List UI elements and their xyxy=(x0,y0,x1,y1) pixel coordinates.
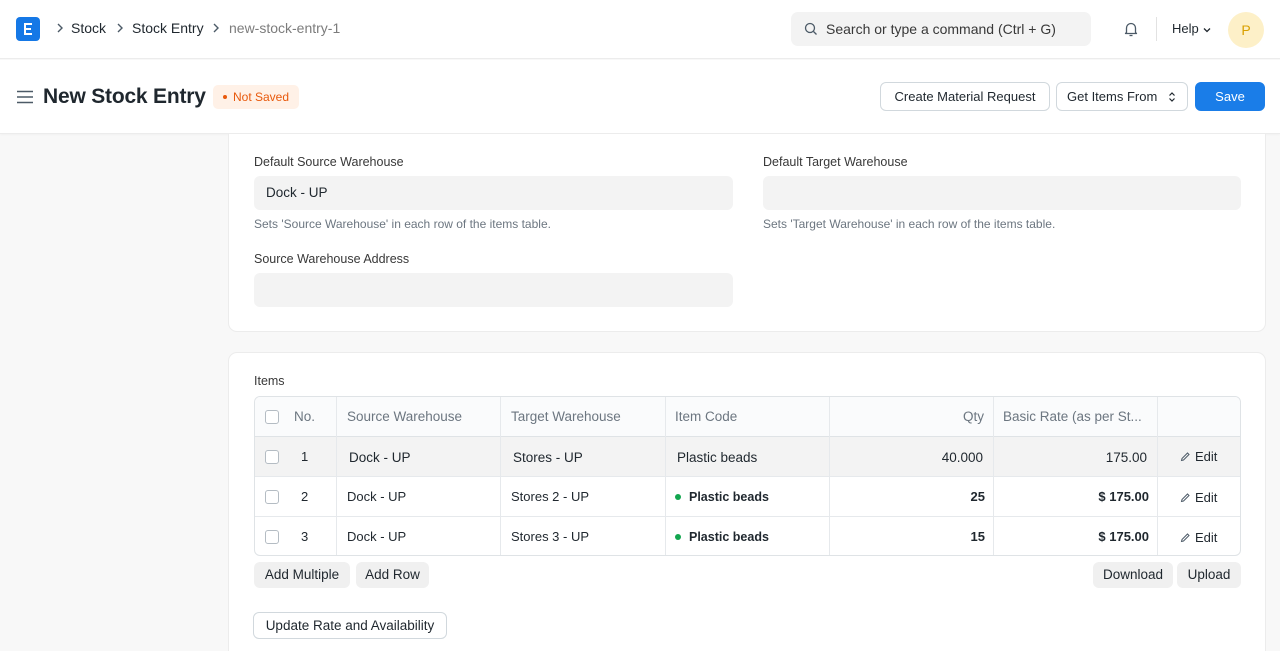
select-arrows-icon xyxy=(1169,92,1175,102)
row-qty[interactable]: 25 xyxy=(971,489,985,504)
select-all-checkbox[interactable] xyxy=(265,410,279,424)
sidebar-toggle-icon[interactable] xyxy=(17,90,33,104)
row-basic-rate[interactable]: $ 175.00 xyxy=(1098,529,1149,544)
row-edit-button[interactable]: Edit xyxy=(1180,530,1217,545)
row-source-warehouse[interactable]: Dock - UP xyxy=(347,489,406,504)
navbar-divider xyxy=(1156,17,1157,41)
column-divider xyxy=(993,397,994,555)
row-basic-rate[interactable]: $ 175.00 xyxy=(1098,489,1149,504)
update-rate-and-availability-button[interactable]: Update Rate and Availability xyxy=(253,612,447,639)
row-edit-label: Edit xyxy=(1195,490,1218,505)
column-divider xyxy=(500,397,501,555)
page-head: New Stock Entry Not Saved Create Materia… xyxy=(0,60,1280,134)
row-number: 1 xyxy=(301,449,309,464)
breadcrumb-stock[interactable]: Stock xyxy=(71,20,106,37)
table-row[interactable]: 2 Dock - UP Stores 2 - UP Plastic beads … xyxy=(255,477,1240,517)
row-number: 2 xyxy=(301,489,309,504)
column-divider xyxy=(336,397,337,555)
row-edit-button[interactable]: Edit xyxy=(1180,449,1217,464)
column-header-source-warehouse: Source Warehouse xyxy=(347,409,463,424)
status-dot-icon xyxy=(223,95,227,99)
create-material-request-button[interactable]: Create Material Request xyxy=(880,82,1050,111)
row-item-code[interactable]: Plastic beads xyxy=(675,490,769,504)
edit-pencil-icon xyxy=(1180,452,1190,462)
row-item-code-label: Plastic beads xyxy=(689,490,769,504)
items-table: No. Source Warehouse Target Warehouse It… xyxy=(254,396,1241,556)
column-divider xyxy=(665,397,666,555)
default-source-warehouse-input[interactable]: Dock - UP xyxy=(254,176,733,210)
get-items-from-button[interactable]: Get Items From xyxy=(1056,82,1188,111)
column-header-basic-rate: Basic Rate (as per St... xyxy=(1003,409,1142,424)
add-multiple-button[interactable]: Add Multiple xyxy=(254,562,350,588)
row-checkbox[interactable] xyxy=(265,490,279,504)
column-header-target-warehouse: Target Warehouse xyxy=(511,409,621,424)
source-warehouse-address-label: Source Warehouse Address xyxy=(254,252,410,266)
row-item-code[interactable]: Plastic beads xyxy=(677,450,757,465)
erpnext-logo-icon xyxy=(24,23,32,35)
column-divider xyxy=(1157,397,1158,555)
save-button[interactable]: Save xyxy=(1195,82,1265,111)
row-edit-button[interactable]: Edit xyxy=(1180,490,1217,505)
column-header-item-code: Item Code xyxy=(675,409,738,424)
table-header-row: No. Source Warehouse Target Warehouse It… xyxy=(255,397,1240,437)
warehouse-section: Default Source Warehouse Dock - UP Sets … xyxy=(228,134,1266,332)
row-qty[interactable]: 15 xyxy=(971,529,985,544)
status-label: Not Saved xyxy=(233,90,290,104)
row-item-code[interactable]: Plastic beads xyxy=(675,530,769,544)
breadcrumb-chevron-icon xyxy=(213,23,219,33)
awesomebar-search[interactable]: Search or type a command (Ctrl + G) xyxy=(791,12,1091,46)
row-target-warehouse[interactable]: Stores - UP xyxy=(513,450,583,465)
edit-pencil-icon xyxy=(1180,493,1190,503)
row-basic-rate[interactable]: 175.00 xyxy=(1106,450,1147,465)
breadcrumb-stock-entry[interactable]: Stock Entry xyxy=(132,20,204,37)
items-label: Items xyxy=(254,374,285,388)
row-source-warehouse[interactable]: Dock - UP xyxy=(349,450,411,465)
row-checkbox[interactable] xyxy=(265,530,279,544)
default-target-warehouse-input[interactable] xyxy=(763,176,1241,210)
download-button[interactable]: Download xyxy=(1093,562,1173,588)
navbar: Stock Stock Entry new-stock-entry-1 Sear… xyxy=(0,0,1280,59)
source-warehouse-address-input[interactable] xyxy=(254,273,733,307)
row-target-warehouse[interactable]: Stores 3 - UP xyxy=(511,529,589,544)
notification-bell-icon[interactable] xyxy=(1122,20,1140,38)
row-source-warehouse[interactable]: Dock - UP xyxy=(347,529,406,544)
column-header-qty: Qty xyxy=(962,409,984,424)
upload-button[interactable]: Upload xyxy=(1177,562,1241,588)
items-section: Items No. Source Warehouse Target Wareho… xyxy=(228,352,1266,651)
column-divider xyxy=(829,397,830,555)
add-row-button[interactable]: Add Row xyxy=(356,562,429,588)
default-source-warehouse-description: Sets 'Source Warehouse' in each row of t… xyxy=(254,217,551,231)
status-indicator-icon xyxy=(675,534,681,540)
page-title: New Stock Entry xyxy=(43,85,206,108)
row-qty[interactable]: 40.000 xyxy=(942,450,983,465)
get-items-from-label: Get Items From xyxy=(1067,89,1158,104)
edit-pencil-icon xyxy=(1180,533,1190,543)
default-target-warehouse-description: Sets 'Target Warehouse' in each row of t… xyxy=(763,217,1056,231)
app-logo[interactable] xyxy=(16,17,40,41)
default-source-warehouse-label: Default Source Warehouse xyxy=(254,155,404,169)
user-avatar[interactable]: P xyxy=(1228,12,1264,48)
column-header-no: No. xyxy=(294,409,316,424)
search-placeholder: Search or type a command (Ctrl + G) xyxy=(826,21,1056,37)
chevron-down-icon[interactable] xyxy=(1202,25,1212,35)
status-badge: Not Saved xyxy=(213,85,300,109)
row-checkbox[interactable] xyxy=(265,450,279,464)
breadcrumb-current[interactable]: new-stock-entry-1 xyxy=(229,20,340,37)
row-target-warehouse[interactable]: Stores 2 - UP xyxy=(511,489,589,504)
status-indicator-icon xyxy=(675,494,681,500)
default-target-warehouse-label: Default Target Warehouse xyxy=(763,155,908,169)
row-edit-label: Edit xyxy=(1195,530,1218,545)
breadcrumb-chevron-icon xyxy=(117,23,123,33)
table-row[interactable]: 3 Dock - UP Stores 3 - UP Plastic beads … xyxy=(255,517,1240,555)
search-icon xyxy=(804,22,817,35)
breadcrumb-chevron-icon xyxy=(57,23,63,33)
help-dropdown[interactable]: Help xyxy=(1172,21,1199,36)
table-row[interactable]: 1 Dock - UP Stores - UP Plastic beads 40… xyxy=(255,437,1240,477)
row-edit-label: Edit xyxy=(1195,449,1218,464)
row-item-code-label: Plastic beads xyxy=(689,530,769,544)
row-number: 3 xyxy=(301,529,309,544)
